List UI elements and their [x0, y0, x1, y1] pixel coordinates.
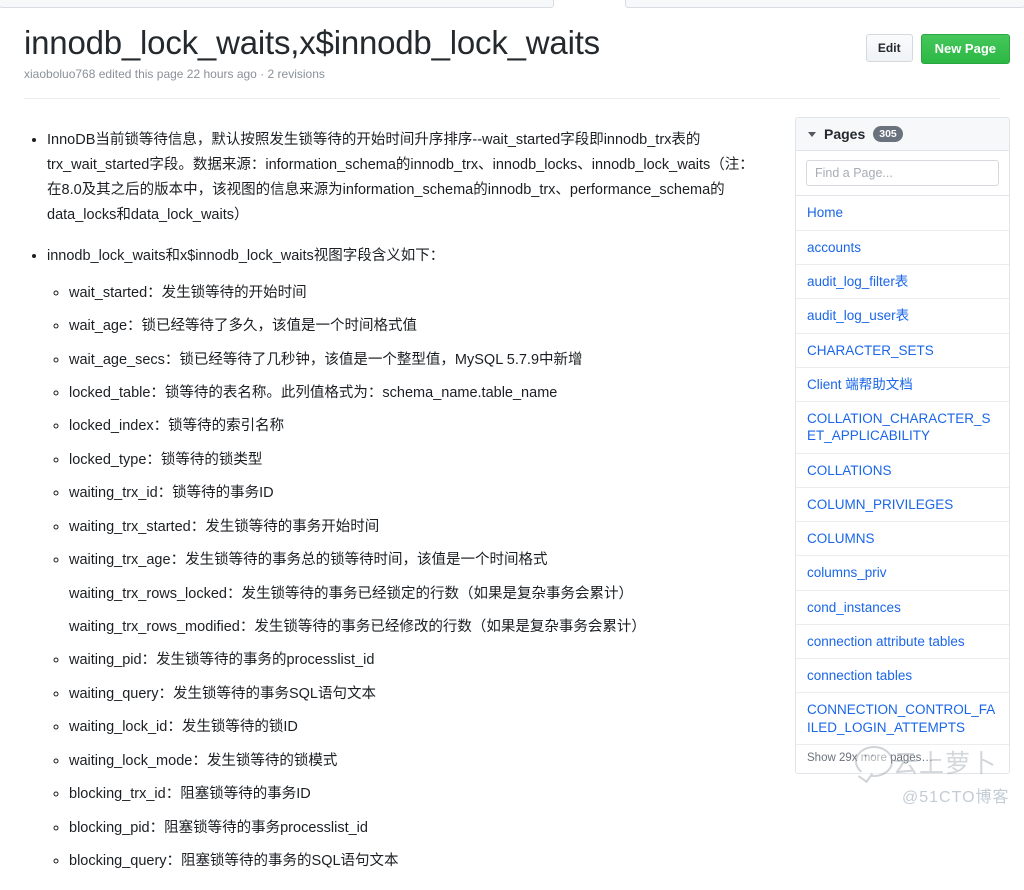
header-actions: Edit New Page — [865, 34, 1010, 64]
list-item: locked_type：锁等待的锁类型 — [69, 448, 766, 473]
list-item: waiting_trx_started：发生锁等待的事务开始时间 — [69, 515, 766, 540]
list-item: connection attribute tables — [796, 625, 1009, 660]
list-item: waiting_trx_age：发生锁等待的事务总的锁等待时间，该值是一个时间格… — [69, 548, 766, 573]
content-bullet: innodb_lock_waits和x$innodb_lock_waits视图字… — [47, 244, 766, 874]
page-title: innodb_lock_waits,x$innodb_lock_waits — [24, 24, 600, 61]
list-item: wait_started：发生锁等待的开始时间 — [69, 281, 766, 306]
sidebar-title: Pages — [824, 126, 866, 143]
wiki-content: InnoDB当前锁等待信息，默认按照发生锁等待的开始时间升序排序--wait_s… — [24, 117, 766, 890]
sidebar-page-link[interactable]: CONNECTION_CONTROL_FAILED_LOGIN_ATTEMPTS — [796, 693, 1009, 744]
sidebar-page-link[interactable]: columns_priv — [796, 556, 1009, 589]
list-item: accounts — [796, 231, 1009, 265]
list-item: wait_age：锁已经等待了多久，该值是一个时间格式值 — [69, 314, 766, 339]
list-item: blocking_query：阻塞锁等待的事务的SQL语句文本 — [69, 849, 766, 874]
list-item: wait_age_secs：锁已经等待了几秒钟，该值是一个整型值，MySQL 5… — [69, 348, 766, 373]
search-input[interactable] — [806, 160, 999, 187]
sidebar-show-more[interactable]: Show 29x more pages… — [796, 745, 1009, 773]
list-item: COLUMNS — [796, 522, 1009, 557]
sidebar-page-link[interactable]: connection tables — [796, 659, 1009, 692]
edit-button[interactable]: Edit — [865, 34, 913, 62]
list-item: locked_table：锁等待的表名称。此列值格式为：schema_name.… — [69, 381, 766, 406]
sidebar-page-link[interactable]: cond_instances — [796, 591, 1009, 624]
list-item: blocking_trx_id：阻塞锁等待的事务ID — [69, 782, 766, 807]
sidebar-page-link[interactable]: COLUMNS — [796, 522, 1009, 555]
list-item: waiting_trx_rows_locked：发生锁等待的事务已经锁定的行数（… — [69, 582, 766, 607]
sidebar-page-link[interactable]: CHARACTER_SETS — [796, 334, 1009, 367]
list-item: CHARACTER_SETS — [796, 334, 1009, 368]
chrome-strip-left — [0, 0, 554, 8]
sidebar-page-link[interactable]: COLUMN_PRIVILEGES — [796, 488, 1009, 521]
list-item: COLLATIONS — [796, 454, 1009, 488]
sidebar-page-link[interactable]: accounts — [796, 231, 1009, 264]
list-item: audit_log_user表 — [796, 299, 1009, 334]
list-item: CONNECTION_CONTROL_FAILED_LOGIN_ATTEMPTS — [796, 693, 1009, 745]
sidebar-page-link[interactable]: audit_log_filter表 — [796, 265, 1009, 298]
browser-chrome-strips — [0, 0, 1024, 12]
list-item: waiting_pid：发生锁等待的事务的processlist_id — [69, 648, 766, 673]
content-bullet-label: innodb_lock_waits和x$innodb_lock_waits视图字… — [47, 247, 445, 264]
wiki-page: Edit New Page innodb_lock_waits,x$innodb… — [0, 12, 1024, 869]
chrome-strip-right — [625, 0, 1024, 8]
list-item: cond_instances — [796, 591, 1009, 625]
list-item: waiting_query：发生锁等待的事务SQL语句文本 — [69, 682, 766, 707]
list-item: waiting_lock_mode：发生锁等待的锁模式 — [69, 749, 766, 774]
list-item: blocking_pid：阻塞锁等待的事务processlist_id — [69, 816, 766, 841]
field-definition-list: wait_started：发生锁等待的开始时间 wait_age：锁已经等待了多… — [47, 281, 766, 874]
list-item: waiting_trx_id：锁等待的事务ID — [69, 481, 766, 506]
list-item: Home — [796, 196, 1009, 231]
sidebar-search-wrapper — [796, 151, 1009, 197]
list-item: COLUMN_PRIVILEGES — [796, 488, 1009, 523]
list-item: audit_log_filter表 — [796, 265, 1009, 300]
wiki-header: Edit New Page innodb_lock_waits,x$innodb… — [0, 12, 1024, 81]
list-item: COLLATION_CHARACTER_SET_APPLICABILITY — [796, 402, 1009, 454]
content-bullet-list: InnoDB当前锁等待信息，默认按照发生锁等待的开始时间升序排序--wait_s… — [24, 128, 766, 874]
list-item: columns_priv — [796, 556, 1009, 591]
content-bullet: InnoDB当前锁等待信息，默认按照发生锁等待的开始时间升序排序--wait_s… — [47, 128, 766, 228]
sidebar-page-link[interactable]: COLLATION_CHARACTER_SET_APPLICABILITY — [796, 402, 1009, 453]
list-item: waiting_trx_rows_modified：发生锁等待的事务已经修改的行… — [69, 615, 766, 640]
sidebar-header[interactable]: Pages 305 — [796, 117, 1009, 152]
page-byline: xiaoboluo768 edited this page 22 hours a… — [24, 66, 325, 81]
wiki-body: InnoDB当前锁等待信息，默认按照发生锁等待的开始时间升序排序--wait_s… — [0, 116, 1024, 890]
header-divider — [24, 97, 1000, 99]
sidebar-page-list: Home accounts audit_log_filter表 audit_lo… — [796, 196, 1009, 745]
list-item: locked_index：锁等待的索引名称 — [69, 414, 766, 439]
chevron-down-icon[interactable] — [808, 131, 816, 137]
sidebar-page-link[interactable]: connection attribute tables — [796, 625, 1009, 658]
pages-count-badge: 305 — [873, 125, 903, 143]
sidebar-page-link[interactable]: COLLATIONS — [796, 454, 1009, 487]
list-item: Client 端帮助文档 — [796, 368, 1009, 403]
new-page-button[interactable]: New Page — [920, 34, 1010, 64]
sidebar-page-link[interactable]: audit_log_user表 — [796, 299, 1009, 332]
list-item: waiting_lock_id：发生锁等待的锁ID — [69, 715, 766, 740]
list-item: connection tables — [796, 659, 1009, 694]
pages-sidebar: Pages 305 Home accounts audit_log_filter… — [795, 116, 1010, 774]
sidebar-page-link[interactable]: Home — [796, 196, 1009, 229]
sidebar-page-link[interactable]: Client 端帮助文档 — [796, 368, 1009, 401]
